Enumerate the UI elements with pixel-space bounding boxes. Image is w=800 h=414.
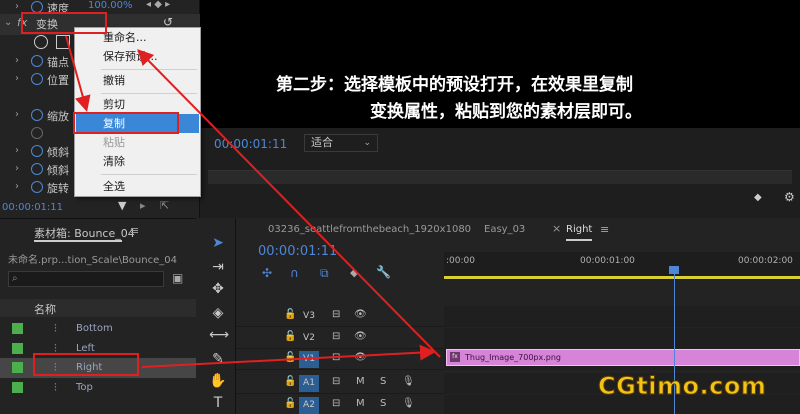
arrow-right-to-clip <box>141 344 436 368</box>
arrow-clip-to-menu <box>137 49 441 358</box>
arrow-transform-to-copy <box>65 35 91 112</box>
annotation-arrows <box>65 35 441 368</box>
site-watermark: CGtimo.com <box>597 372 767 401</box>
premiere-window: › 速度 100.00% ◂ ◆ ▸ ⌄ fx 变换 ↺ › 锚点 › 位置 ›… <box>0 0 800 414</box>
